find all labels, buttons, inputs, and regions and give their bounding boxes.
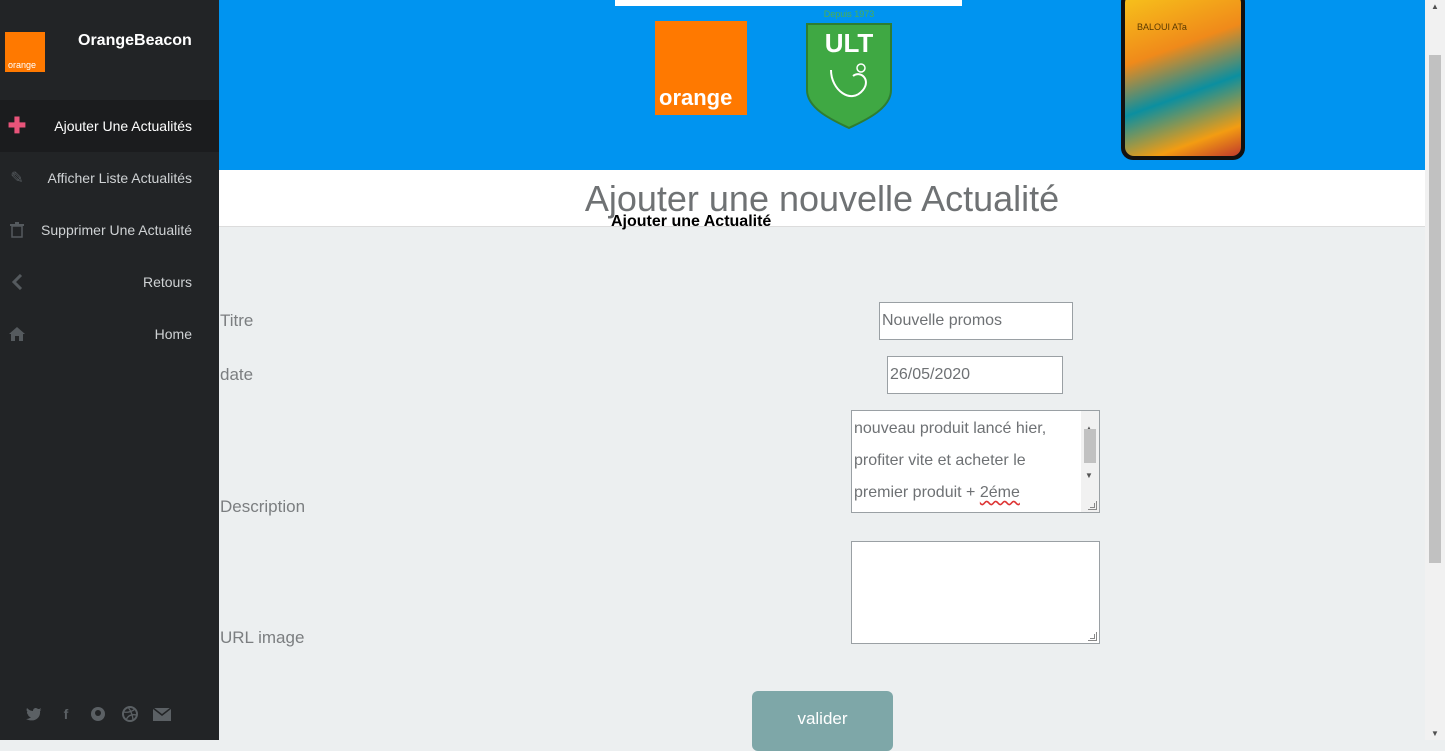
envelope-icon[interactable] [152, 704, 172, 724]
trash-icon [8, 221, 26, 239]
textarea-scrollbar[interactable]: ▲ ▼ [1081, 411, 1099, 512]
orange-brand-logo: orange [655, 21, 747, 115]
url-label: URL image [220, 628, 305, 647]
sidebar-item-label: Supprimer Une Actualité [41, 222, 192, 238]
titre-label: Titre [220, 311, 254, 330]
page-scrollbar[interactable]: ▲ ▼ [1425, 0, 1445, 740]
resize-handle-icon[interactable] [1088, 632, 1097, 641]
description-textarea[interactable]: nouveau produit lancé hier, profiter vit… [851, 410, 1100, 513]
orange-logo[interactable]: orange [5, 32, 45, 72]
header-banner: orange Depuis 1973 ULT BALOUI ATa [219, 0, 1425, 170]
sidebar-item-label: Afficher Liste Actualités [47, 170, 192, 186]
phone-image: BALOUI ATa [1121, 0, 1245, 160]
date-input-value: 26/05/2020 [890, 366, 971, 383]
sidebar: orange OrangeBeacon ✚ Ajouter Une Actual… [0, 0, 219, 740]
titre-input[interactable]: Nouvelle promos [879, 302, 1073, 340]
ult-logo: Depuis 1973 ULT [806, 10, 892, 130]
orange-brand-logo-text: orange [659, 85, 733, 110]
social-links: f [24, 704, 172, 724]
sidebar-item-label: Retours [142, 274, 192, 290]
misspelled-word: 2éme [979, 484, 1020, 501]
sidebar-nav: ✚ Ajouter Une Actualités ✎ Afficher List… [0, 100, 219, 360]
ult-top-text: Depuis 1973 [824, 10, 875, 19]
sidebar-item-home[interactable]: Home [0, 308, 219, 360]
scroll-down-arrow-icon[interactable]: ▼ [1085, 460, 1093, 492]
url-textarea[interactable] [851, 541, 1100, 644]
facebook-icon[interactable]: f [56, 704, 76, 724]
page-subtitle: Ajouter une Actualité [611, 213, 772, 230]
pencil-icon: ✎ [10, 170, 24, 187]
date-input[interactable]: 26/05/2020 [887, 356, 1063, 394]
date-label: date [220, 365, 254, 384]
chevron-left-icon [8, 273, 26, 291]
page-title: Ajouter une nouvelle Actualité [584, 178, 1060, 219]
valider-button-label: valider [797, 709, 848, 728]
description-line-3-text: premier produit + [854, 484, 980, 501]
home-icon [8, 325, 26, 343]
banner-strip [615, 0, 962, 6]
brand-title[interactable]: OrangeBeacon [78, 32, 192, 50]
phone-screen: BALOUI ATa [1125, 0, 1241, 156]
dribbble-icon[interactable] [120, 704, 140, 724]
sidebar-item-label: Ajouter Une Actualités [54, 118, 192, 134]
titre-input-value: Nouvelle promos [882, 312, 1003, 329]
phone-text: BALOUI ATa [1137, 22, 1187, 32]
description-label: Description [220, 497, 306, 516]
github-icon[interactable] [88, 704, 108, 724]
orange-logo-text: orange [8, 60, 37, 70]
sidebar-item-label: Home [154, 326, 192, 342]
textarea-scroll-thumb[interactable] [1084, 429, 1096, 463]
twitter-icon[interactable] [24, 704, 44, 724]
plus-icon: ✚ [7, 113, 27, 138]
page-scroll-thumb[interactable] [1429, 55, 1441, 563]
sidebar-item-afficher[interactable]: ✎ Afficher Liste Actualités [0, 152, 219, 204]
description-line-3: premier produit + 2éme [854, 477, 1077, 509]
resize-handle-icon[interactable] [1088, 501, 1097, 510]
sidebar-item-supprimer[interactable]: Supprimer Une Actualité [0, 204, 219, 256]
description-line-1: nouveau produit lancé hier, [854, 420, 1047, 437]
ult-text: ULT [825, 28, 874, 58]
sidebar-item-ajouter[interactable]: ✚ Ajouter Une Actualités [0, 100, 219, 152]
page-scroll-down-icon[interactable]: ▼ [1431, 729, 1439, 738]
description-line-2: profiter vite et acheter le [854, 452, 1026, 469]
sidebar-item-retours[interactable]: Retours [0, 256, 219, 308]
title-bar: Ajouter une nouvelle Actualité [219, 170, 1425, 227]
page-scroll-up-icon[interactable]: ▲ [1431, 2, 1439, 11]
valider-button[interactable]: valider [752, 691, 893, 751]
